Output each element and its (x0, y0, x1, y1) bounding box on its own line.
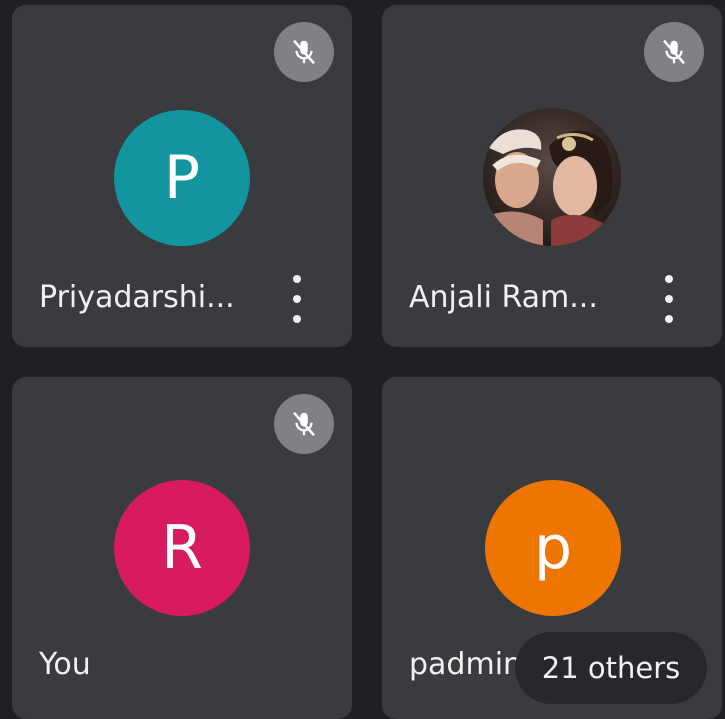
participant-name: padmini (409, 647, 531, 682)
avatar-photo (483, 108, 621, 246)
others-count-label: 21 others (541, 651, 681, 685)
participant-tile-you[interactable]: R You (12, 377, 352, 719)
participant-tile-anjali[interactable]: Anjali Ram... (382, 5, 722, 347)
avatar: R (114, 480, 250, 616)
more-vert-icon[interactable] (285, 275, 309, 323)
avatar-initial: P (163, 143, 201, 213)
others-count-button[interactable]: 21 others (515, 632, 707, 704)
avatar-initial: p (533, 513, 573, 583)
participant-tile-priyadarshi[interactable]: P Priyadarshi... (12, 5, 352, 347)
participant-name: You (39, 647, 91, 682)
avatar: p (485, 480, 621, 616)
participant-name: Anjali Ram... (409, 280, 598, 315)
mic-off-icon (274, 394, 334, 454)
participant-name: Priyadarshi... (39, 280, 235, 315)
more-vert-icon[interactable] (657, 275, 681, 323)
mic-off-icon (644, 22, 704, 82)
avatar: P (114, 110, 250, 246)
avatar-initial: R (161, 513, 203, 583)
mic-off-icon (274, 22, 334, 82)
